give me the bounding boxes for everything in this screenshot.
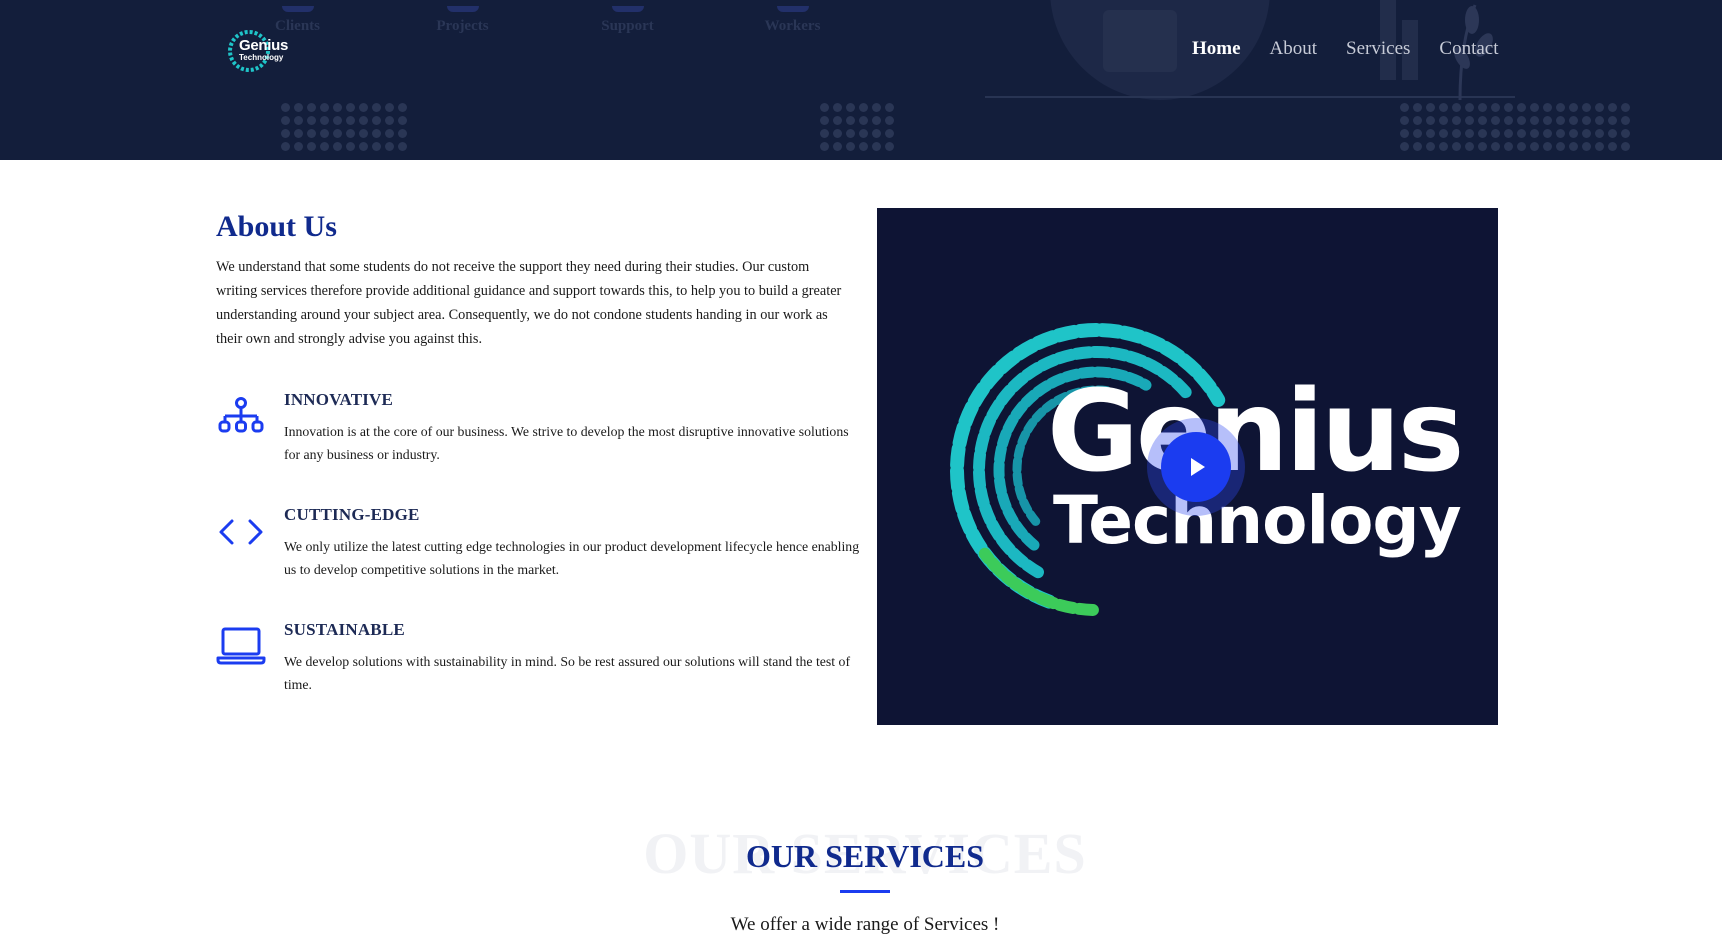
feature-title: INNOVATIVE (284, 390, 394, 409)
header-decor-box (1103, 10, 1177, 72)
nav-home[interactable]: Home (1192, 38, 1241, 60)
ghost-stats: Clients Projects Support Workers (265, 6, 825, 35)
main-nav: Home About Services Contact (1192, 38, 1528, 60)
dot-pattern-center (820, 103, 894, 151)
site-header: Clients Projects Support Workers Genius … (0, 0, 1722, 160)
sitemap-icon (218, 397, 264, 433)
about-video[interactable]: Genius Technology (877, 208, 1498, 725)
ghost-stat-support: Support (595, 6, 660, 35)
code-icon (219, 519, 263, 545)
logo-line2: Technology (239, 53, 284, 62)
play-button[interactable] (1161, 432, 1231, 502)
nav-services[interactable]: Services (1346, 38, 1410, 60)
video-title-line1: Genius (1047, 367, 1464, 497)
video-title-line2: Technology (1053, 482, 1462, 559)
services-subtitle: We offer a wide range of Services ! (730, 914, 1000, 935)
ghost-stat-projects: Projects (430, 6, 495, 35)
logo-line1: Genius (239, 37, 289, 54)
dot-pattern-right (1400, 103, 1630, 151)
about-paragraph: We understand that some students do not … (216, 259, 842, 347)
feature-description: We only utilize the latest cutting edge … (284, 539, 860, 577)
nav-contact[interactable]: Contact (1439, 38, 1498, 60)
services-title: OUR SERVICES (745, 838, 985, 874)
feature-title: SUSTAINABLE (284, 620, 405, 639)
feature-description: We develop solutions with sustainability… (284, 654, 851, 692)
site-logo[interactable]: Genius Technology (226, 28, 302, 74)
dot-pattern-left (281, 103, 407, 151)
feature-title: CUTTING-EDGE (284, 505, 420, 524)
play-icon (1191, 458, 1205, 476)
about-title: About Us (216, 210, 337, 243)
ghost-stat-workers: Workers (760, 6, 825, 35)
feature-description: Innovation is at the core of our busines… (284, 424, 849, 462)
services-underline (840, 890, 890, 893)
nav-about[interactable]: About (1270, 38, 1318, 60)
laptop-icon (216, 627, 266, 665)
